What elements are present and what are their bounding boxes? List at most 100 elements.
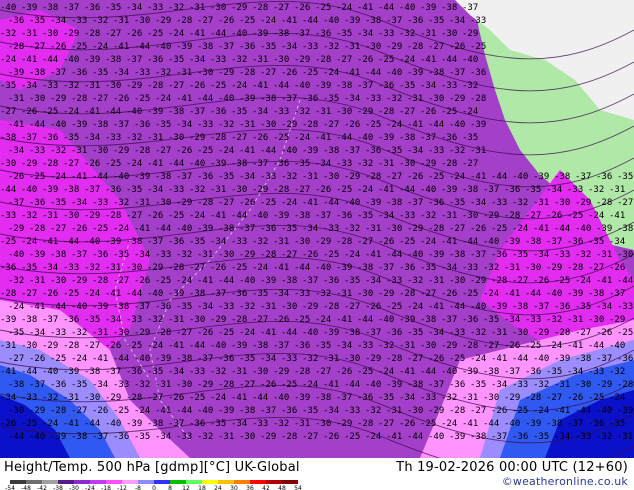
isotherm-label: -39: [197, 224, 213, 234]
isotherm-label: -44: [210, 29, 226, 39]
isotherm-label: -26: [407, 172, 423, 182]
isotherm-label: -29: [504, 393, 520, 403]
isotherm-label: -28: [504, 211, 520, 221]
isotherm-label: -39: [504, 237, 520, 247]
isotherm-label: -34: [315, 159, 331, 169]
isotherm-label: -44: [525, 289, 541, 299]
isotherm-label: -29: [218, 68, 234, 78]
isotherm-label: -35: [315, 341, 331, 351]
isotherm-label: -34: [596, 302, 612, 312]
isotherm-label: -27: [575, 328, 591, 338]
isotherm-label: -32: [365, 406, 381, 416]
isotherm-label: -24: [168, 29, 184, 39]
isotherm-label: -41: [239, 146, 255, 156]
isotherm-label: -39: [336, 263, 352, 273]
isotherm-label: -25: [42, 107, 58, 117]
isotherm-label: -34: [302, 224, 318, 234]
isotherm-label: -37: [147, 237, 163, 247]
scale-tick-label: -18: [101, 485, 111, 490]
isotherm-label: -41: [197, 276, 213, 286]
isotherm-label: -31: [273, 237, 289, 247]
isotherm-label: -36: [407, 16, 423, 26]
isotherm-label: -39: [525, 419, 541, 429]
isotherm-label: -41: [176, 94, 192, 104]
isotherm-label: -37: [609, 289, 625, 299]
isotherm-label: -31: [147, 133, 163, 143]
isotherm-label: -24: [470, 354, 486, 364]
isotherm-label: -41: [0, 367, 16, 377]
isotherm-label: -35: [483, 315, 499, 325]
isotherm-label: -33: [42, 81, 58, 91]
scale-swatch: [218, 480, 234, 484]
isotherm-label: -29: [42, 341, 58, 351]
isotherm-label: -41: [147, 159, 163, 169]
isotherm-label: -26: [365, 302, 381, 312]
isotherm-label: -35: [84, 315, 100, 325]
scale-swatch: [74, 480, 90, 484]
isotherm-label: -29: [105, 393, 121, 403]
color-scale: -54 -48 -42 -38 -30 -24 -18 -12 -8 0 8 12 18 24 30 36 42…: [5, 480, 302, 490]
isotherm-label: -44: [407, 432, 423, 442]
isotherm-label: -39: [218, 406, 234, 416]
isotherm-label: -34: [92, 380, 108, 390]
isotherm-label: -39: [294, 393, 310, 403]
isotherm-label: -36: [8, 16, 24, 26]
isotherm-label: -32: [84, 263, 100, 273]
isotherm-label: -41: [231, 393, 247, 403]
isotherm-label: -34: [554, 432, 570, 442]
isotherm-label: -31: [462, 393, 478, 403]
isotherm-label: -44: [126, 289, 142, 299]
isotherm-label: -31: [63, 393, 79, 403]
isotherm-label: -25: [470, 42, 486, 52]
isotherm-label: -34: [42, 263, 58, 273]
isotherm-label: -36: [491, 250, 507, 260]
isotherm-label: -41: [344, 68, 360, 78]
isotherm-label: -31: [609, 185, 625, 195]
isotherm-label: -37: [134, 302, 150, 312]
isotherm-label: -39: [386, 380, 402, 390]
isotherm-label: -35: [407, 328, 423, 338]
isotherm-label: -40: [71, 302, 87, 312]
isotherm-label: -30: [462, 211, 478, 221]
isotherm-label: -35: [29, 16, 45, 26]
scale-swatch: [10, 480, 26, 484]
isotherm-label: -27: [462, 159, 478, 169]
isotherm-label: -44: [323, 198, 339, 208]
isotherm-label: -26: [609, 263, 625, 273]
isotherm-label: -44: [0, 185, 16, 195]
isotherm-label: -39: [365, 198, 381, 208]
isotherm-label: -41: [273, 263, 289, 273]
isotherm-label: -29: [134, 328, 150, 338]
isotherm-label: -37: [218, 42, 234, 52]
isotherm-label: -41: [504, 289, 520, 299]
isotherm-label: -30: [273, 55, 289, 65]
isotherm-label: -38: [344, 328, 360, 338]
isotherm-label: -29: [29, 406, 45, 416]
isotherm-label: -37: [113, 120, 129, 130]
isotherm-label: -28: [252, 3, 268, 13]
isotherm-label: -39: [260, 276, 276, 286]
isotherm-label: -44: [302, 16, 318, 26]
isotherm-label: -27: [189, 263, 205, 273]
isotherm-label: -34: [0, 393, 16, 403]
isotherm-label: -37: [546, 237, 562, 247]
isotherm-label: -24: [147, 341, 163, 351]
isotherm-label: -29: [575, 198, 591, 208]
isotherm-label: -35: [168, 55, 184, 65]
isotherm-label: -24: [84, 289, 100, 299]
isotherm-label: -34: [231, 419, 247, 429]
forecast-datetime: Th 19-02-2026 00:00 UTC (12+60): [396, 460, 628, 475]
isotherm-label: -44: [113, 354, 129, 364]
isotherm-label: -36: [462, 315, 478, 325]
isotherm-label: -30: [155, 198, 171, 208]
isotherm-label: -28: [8, 42, 24, 52]
isotherm-label: -31: [407, 94, 423, 104]
isotherm-label: -39: [21, 3, 37, 13]
isotherm-label: -30: [231, 185, 247, 195]
isotherm-label: -36: [126, 367, 142, 377]
isotherm-label: -25: [105, 159, 121, 169]
isotherm-label: -37: [575, 172, 591, 182]
isotherm-label: -44: [8, 432, 24, 442]
isotherm-label: -25: [525, 341, 541, 351]
isotherm-label: -30: [315, 419, 331, 429]
